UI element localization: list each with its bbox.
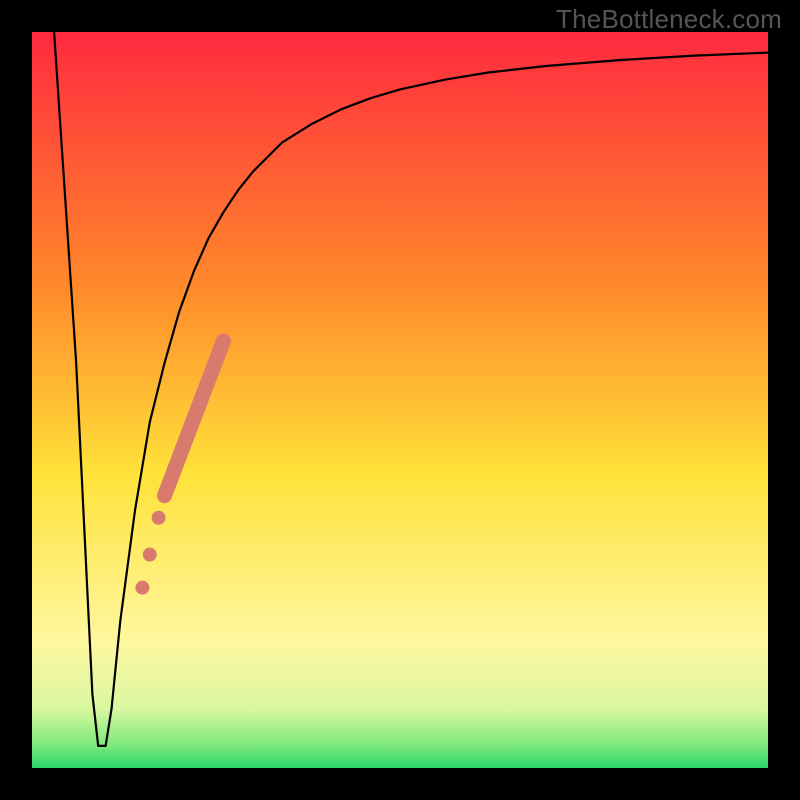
bottleneck-chart	[0, 0, 800, 800]
highlight-dot	[135, 581, 149, 595]
watermark-label: TheBottleneck.com	[556, 4, 782, 35]
highlight-dot	[152, 511, 166, 525]
highlight-dot	[143, 548, 157, 562]
chart-container: TheBottleneck.com	[0, 0, 800, 800]
gradient-background	[32, 32, 768, 768]
